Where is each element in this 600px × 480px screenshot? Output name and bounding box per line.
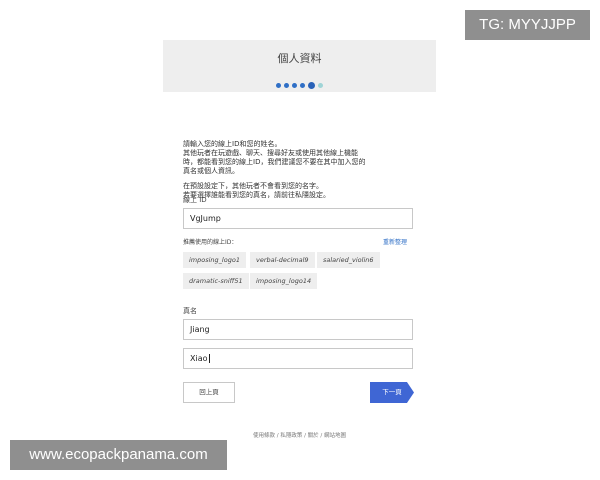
online-id-label: 線上 ID (183, 196, 207, 204)
first-name-input[interactable]: Jiang (183, 319, 413, 340)
back-button[interactable]: 回上頁 (183, 382, 235, 403)
suggestion-chip[interactable]: imposing_logo14 (250, 273, 318, 289)
step-dot (276, 83, 281, 88)
watermark-bottom-left: www.ecopackpanama.com (10, 440, 227, 470)
intro-paragraph-id: 請輸入您的線上ID和您的姓名。 其他玩者在玩遊戲、聊天、搜尋好友或使用其他線上機… (183, 140, 423, 176)
regenerate-suggestions-link[interactable]: 重新整理 (383, 237, 407, 246)
step-dot (292, 83, 297, 88)
online-id-input[interactable]: VgJump (183, 208, 413, 229)
step-dot (284, 83, 289, 88)
suggestion-chip[interactable]: verbal-decimal9 (250, 252, 315, 268)
last-name-input[interactable]: Xiao (183, 348, 413, 369)
step-indicator (163, 75, 436, 89)
real-name-label: 真名 (183, 307, 197, 315)
watermark-top-right: TG: MYYJJPP (465, 10, 590, 40)
intro-line: 其他玩者在玩遊戲、聊天、搜尋好友或使用其他線上機能 (183, 149, 358, 157)
intro-line: 真名或個人資訊。 (183, 167, 239, 175)
intro-line: 時，都能看到您的線上ID，我們建議您不要在其中加入您的 (183, 158, 366, 166)
suggestions-label: 推薦使用的線上ID： (183, 239, 238, 246)
page-title: 個人資料 (277, 52, 322, 65)
intro-line: 在預設設定下，其他玩者不會看到您的名字。 (183, 182, 323, 190)
next-button[interactable]: 下一頁 (370, 382, 414, 403)
step-dot (300, 83, 305, 88)
suggestion-chip[interactable]: imposing_logo1 (183, 252, 246, 268)
suggestion-chip[interactable]: salaried_violin6 (317, 252, 380, 268)
footer-links[interactable]: 使用條款 / 私隱政策 / 關於 / 網站地圖 (163, 431, 436, 439)
profile-card: 個人資料 請輸入您的線上ID和您的姓名。 其他玩者在玩遊戲、聊天、搜尋好友或使用… (163, 40, 436, 439)
suggestion-chip[interactable]: dramatic-sniff51 (183, 273, 249, 289)
text-cursor (208, 354, 210, 363)
intro-paragraph-privacy: 在預設設定下，其他玩者不會看到您的名字。 若要選擇誰能看到您的真名，請前往私隱設… (183, 182, 423, 200)
step-dot-current (308, 82, 315, 89)
intro-text: 請輸入您的線上ID和您的姓名。 其他玩者在玩遊戲、聊天、搜尋好友或使用其他線上機… (183, 140, 423, 206)
last-name-value: Xiao (190, 354, 208, 363)
intro-line: 請輸入您的線上ID和您的姓名。 (183, 140, 282, 148)
step-dot (318, 83, 323, 88)
card-header: 個人資料 (163, 40, 436, 92)
